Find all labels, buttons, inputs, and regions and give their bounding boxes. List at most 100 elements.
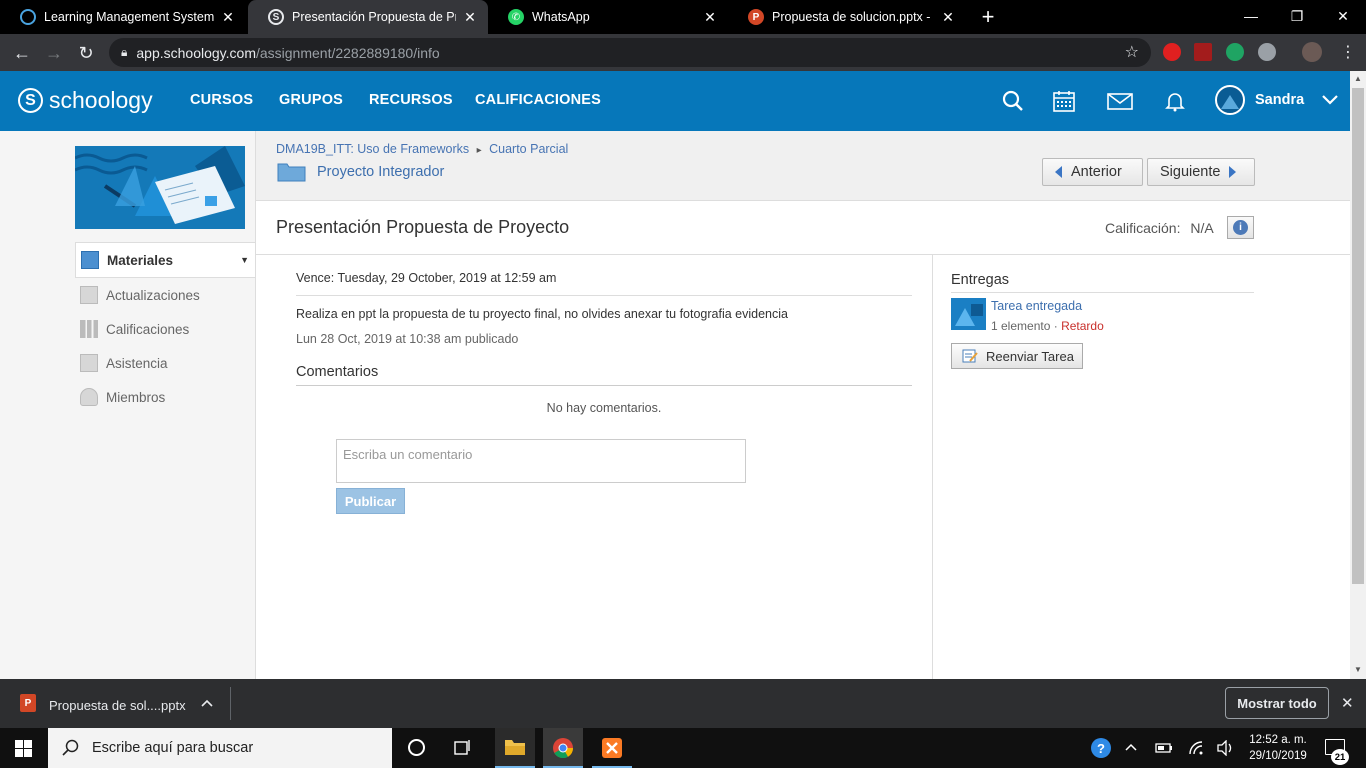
volume-icon[interactable] [1217,740,1235,756]
chat-extension-icon[interactable] [1258,43,1276,61]
materials-icon [81,251,99,269]
tab-powerpoint[interactable]: P Propuesta de solucion.pptx - Mic ✕ [728,0,966,34]
pptx-file-icon: P [20,694,36,712]
windows-start-icon[interactable] [15,740,32,757]
task-view-icon[interactable] [454,739,472,756]
download-filename[interactable]: Propuesta de sol....pptx [49,698,186,713]
search-icon[interactable] [1001,89,1025,113]
submission-thumbnail-icon [951,298,986,330]
sidebar-item-asistencia[interactable]: Asistencia [75,346,255,380]
due-date: Vence: Tuesday, 29 October, 2019 at 12:5… [296,255,912,296]
messages-envelope-icon[interactable] [1106,89,1134,113]
powerpoint-favicon-icon: P [748,9,764,25]
lms-favicon-icon [20,9,36,25]
bookmark-star-icon[interactable]: ☆ [1125,42,1139,62]
notifications-bell-icon[interactable] [1163,89,1187,113]
downloads-bar: P Propuesta de sol....pptx Mostrar todo … [0,679,1366,728]
course-profile-image[interactable] [75,146,245,229]
sidebar-item-miembros[interactable]: Miembros [75,380,255,414]
info-icon: i [1233,220,1248,235]
tab-schoology-assignment[interactable]: S Presentación Propuesta de Proye ✕ [248,0,488,34]
nav-cursos[interactable]: CURSOS [190,92,253,108]
wifi-icon[interactable] [1188,740,1204,756]
nav-recursos[interactable]: RECURSOS [369,92,453,108]
scrollbar-thumb[interactable] [1352,88,1364,584]
scroll-down-icon[interactable]: ▼ [1354,665,1362,674]
chrome-icon [553,738,574,759]
course-sidebar: Materiales ▼ Actualizaciones Calificacio… [75,146,255,414]
minimize-icon[interactable]: — [1228,0,1274,32]
notification-count-badge: 21 [1331,749,1349,765]
close-tab-icon[interactable]: ✕ [702,9,718,26]
assignment-title-bar: Presentación Propuesta de Proyecto Calif… [256,201,1351,255]
close-tab-icon[interactable]: ✕ [462,9,478,26]
scroll-up-icon[interactable]: ▲ [1354,74,1362,83]
show-all-downloads-button[interactable]: Mostrar todo [1225,687,1329,719]
taskbar-search-box[interactable]: Escribe aquí para buscar [48,728,392,768]
maximize-icon[interactable]: ❐ [1274,0,1320,32]
user-menu[interactable]: Sandra [1215,85,1338,115]
page-scrollbar[interactable]: ▲ ▼ [1350,71,1366,679]
schoology-favicon-icon: S [268,9,284,25]
chevron-up-icon[interactable] [1125,743,1137,751]
breadcrumb-course-link[interactable]: DMA19B_ITT: Uso de Frameworks [276,142,469,156]
forward-arrow-icon[interactable]: → [40,39,68,67]
browser-menu-icon[interactable]: ⋮ [1340,42,1356,62]
updates-icon [80,286,98,304]
assignment-main: Vence: Tuesday, 29 October, 2019 at 12:5… [296,255,912,514]
breadcrumb: DMA19B_ITT: Uso de Frameworks ▸ Cuarto P… [276,142,569,156]
comment-input[interactable]: Escriba un comentario [336,439,746,483]
pdf-extension-icon[interactable] [1194,43,1212,61]
clock[interactable]: 12:52 a. m. 29/10/2019 [1244,732,1312,764]
back-arrow-icon[interactable]: ← [8,39,36,67]
previous-button[interactable]: Anterior [1042,158,1143,186]
nav-calificaciones[interactable]: CALIFICACIONES [475,92,601,108]
lock-icon: 🔒︎ [121,45,128,59]
reload-icon[interactable]: ↻ [72,39,100,67]
submission-item[interactable]: Tarea entregada 1 elemento · Retardo [951,298,1351,333]
calendar-icon[interactable] [1052,89,1076,113]
caret-down-icon[interactable]: ▼ [240,255,249,265]
tab-whatsapp[interactable]: ✆ WhatsApp ✕ [488,0,728,34]
close-tab-icon[interactable]: ✕ [940,9,956,26]
browser-toolbar: ← → ↻ 🔒︎ app.schoology.com/assignment/22… [0,34,1366,71]
close-downloads-icon[interactable]: ✕ [1341,694,1354,712]
chevron-up-icon[interactable] [201,699,213,707]
chrome-taskbar-button[interactable] [543,728,583,768]
green-extension-icon[interactable] [1226,43,1244,61]
new-tab-plus-icon[interactable]: + [978,5,998,29]
cortana-icon[interactable] [408,739,425,756]
breadcrumb-section-link[interactable]: Cuarto Parcial [489,142,568,156]
folder-link[interactable]: Proyecto Integrador [277,161,444,182]
attendance-icon [80,354,98,372]
sidebar-item-calificaciones[interactable]: Calificaciones [75,312,255,346]
schoology-logo[interactable]: S schoology [18,87,153,114]
members-icon [80,388,98,406]
user-avatar [1215,85,1245,115]
info-button[interactable]: i [1227,216,1254,239]
address-bar[interactable]: 🔒︎ app.schoology.com/assignment/22828891… [109,38,1151,67]
comments-heading: Comentarios [296,364,912,386]
posted-timestamp: Lun 28 Oct, 2019 at 10:38 am publicado [296,332,519,346]
publish-button[interactable]: Publicar [336,488,405,514]
adblock-extension-icon[interactable] [1163,43,1181,61]
xampp-taskbar-button[interactable] [592,728,632,768]
sidebar-item-materiales[interactable]: Materiales ▼ [75,242,255,278]
file-explorer-taskbar-button[interactable] [495,728,535,768]
resubmit-button[interactable]: Reenviar Tarea [951,343,1083,369]
help-tray-icon[interactable]: ? [1091,738,1111,758]
submission-status-link[interactable]: Tarea entregada [991,299,1104,313]
next-button[interactable]: Siguiente [1147,158,1255,186]
grade-label: Calificación: N/A [1105,220,1214,236]
arrow-left-icon [1055,166,1062,178]
tab-learning-management[interactable]: Learning Management System | L ✕ [0,0,246,34]
nav-grupos[interactable]: GRUPOS [279,92,343,108]
submissions-panel: Entregas Tarea entregada 1 elemento · Re… [932,255,1351,679]
close-tab-icon[interactable]: ✕ [220,9,236,26]
submission-meta: 1 elemento · Retardo [991,319,1104,333]
xampp-icon [602,738,622,758]
sidebar-item-actualizaciones[interactable]: Actualizaciones [75,278,255,312]
battery-icon[interactable] [1155,741,1173,755]
close-window-icon[interactable]: ✕ [1320,0,1366,32]
profile-avatar-icon[interactable] [1302,42,1322,62]
